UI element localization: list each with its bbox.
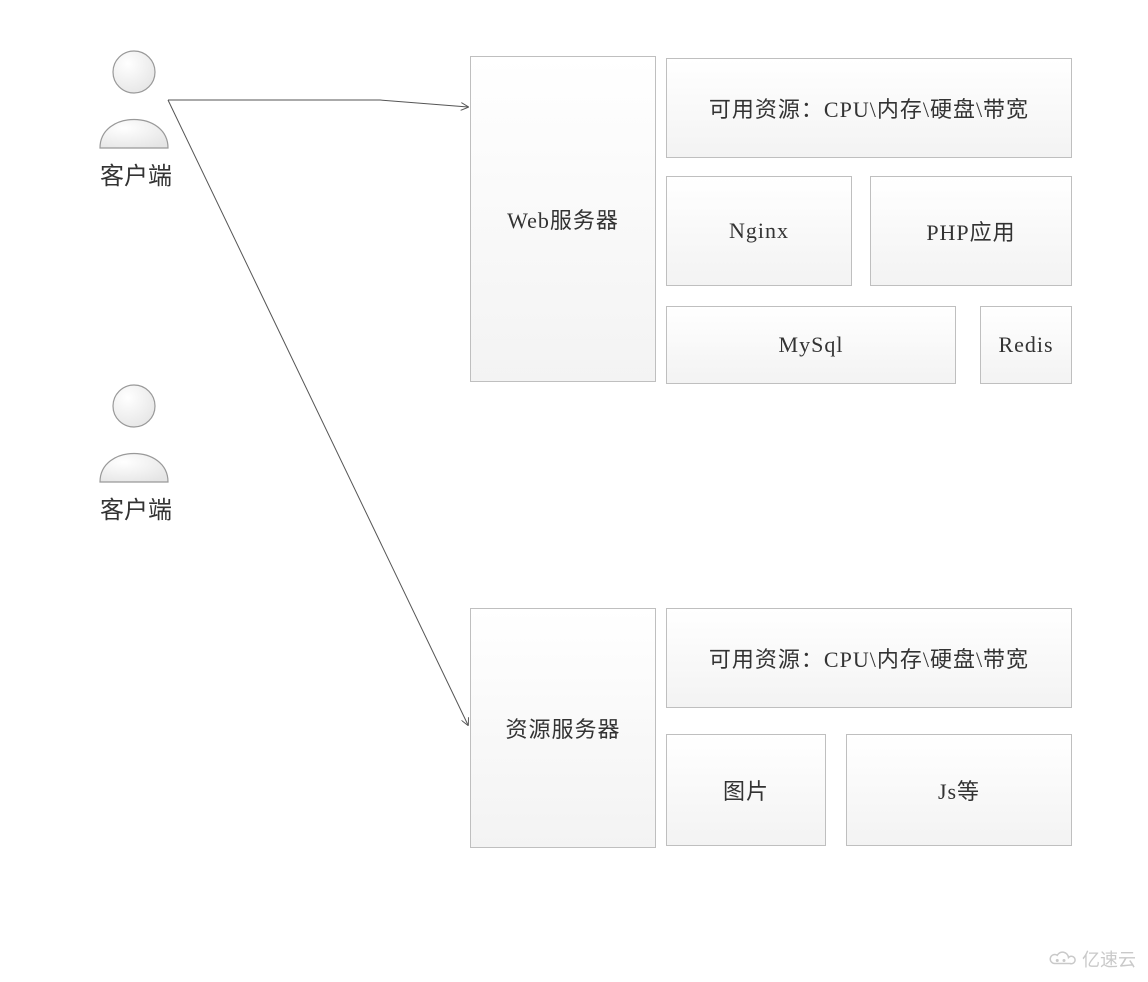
php-box: PHP应用 — [870, 176, 1072, 286]
web-server-box: Web服务器 — [470, 56, 656, 382]
redis-box: Redis — [980, 306, 1072, 384]
nginx-box: Nginx — [666, 176, 852, 286]
arrow-client-to-web — [168, 100, 468, 107]
client-actor-1 — [100, 51, 168, 148]
watermark-text: 亿速云 — [1082, 946, 1136, 972]
js-box: Js等 — [846, 734, 1072, 846]
watermark: 亿速云 — [1046, 946, 1136, 972]
client2-label: 客户端 — [100, 490, 172, 525]
bottom-resources-box: 可用资源：CPU\内存\硬盘\带宽 — [666, 608, 1072, 708]
client1-label: 客户端 — [100, 156, 172, 191]
mysql-box: MySql — [666, 306, 956, 384]
arrow-client-to-resource — [168, 100, 468, 725]
image-box: 图片 — [666, 734, 826, 846]
client-actor-2 — [100, 385, 168, 482]
top-resources-box: 可用资源：CPU\内存\硬盘\带宽 — [666, 58, 1072, 158]
cloud-icon — [1046, 949, 1076, 969]
resource-server-box: 资源服务器 — [470, 608, 656, 848]
diagram-stage: 客户端 客户端 Web服务器 可用资源：CPU\内存\硬盘\带宽 Nginx P… — [0, 0, 1148, 982]
